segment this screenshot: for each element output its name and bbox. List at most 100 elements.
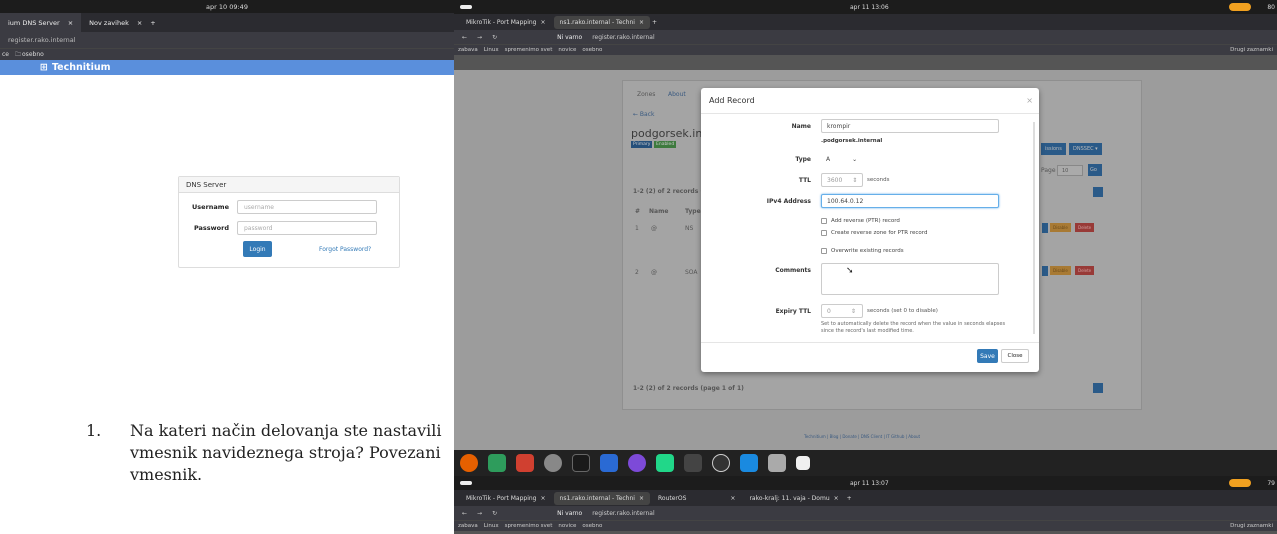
app-icon[interactable] [516, 454, 534, 472]
bookmark-item[interactable]: Linux [484, 523, 499, 529]
bookmark-item[interactable]: ce [2, 51, 9, 58]
tab-about[interactable]: About [668, 91, 686, 98]
scrollbar[interactable] [1033, 122, 1035, 334]
go-button[interactable]: Go [1088, 164, 1102, 176]
close-icon[interactable]: × [639, 19, 644, 26]
address-bar[interactable]: ← → ↻ Ni varno register.rako.internal [454, 506, 1277, 520]
back-icon[interactable]: ← [462, 34, 467, 41]
tab-technitium[interactable]: ns1.rako.internal - Techni × [553, 491, 650, 505]
other-bookmarks[interactable]: Drugi zaznamki [1230, 47, 1273, 53]
console-icon[interactable] [684, 454, 702, 472]
checkbox-icon[interactable] [821, 230, 827, 236]
overwrite-checkbox[interactable]: Overwrite existing records [821, 248, 904, 254]
name-input[interactable]: krompir [821, 119, 999, 133]
tool-icon[interactable] [768, 454, 786, 472]
disable-button[interactable]: Disable [1050, 266, 1071, 275]
edit-button[interactable] [1042, 223, 1048, 233]
back-link[interactable]: ← Back [633, 111, 655, 118]
type-select[interactable]: A ⌄ [821, 152, 867, 166]
close-icon[interactable]: × [639, 495, 644, 502]
new-tab-button[interactable]: + [847, 495, 852, 502]
editor-icon[interactable] [600, 454, 618, 472]
pycharm-icon[interactable] [656, 454, 674, 472]
close-icon[interactable]: × [540, 495, 545, 502]
save-button[interactable]: Save [977, 349, 998, 363]
tab-rako-kralj[interactable]: rako-kralj: 11. vaja - Domu × [743, 492, 844, 505]
checkbox-icon[interactable] [821, 218, 827, 224]
expiry-ttl-help: Set to automatically delete the record w… [821, 321, 1006, 334]
steam-icon[interactable] [712, 454, 730, 472]
tab-routeros[interactable]: RouterOS × [652, 492, 741, 505]
tab-mikrotik[interactable]: MikroTik - Port Mapping × [460, 16, 552, 29]
not-secure-badge[interactable]: Ni varno [557, 510, 582, 517]
bookmark-item[interactable]: spremenimo svet [505, 47, 553, 53]
not-secure-badge[interactable]: Ni varno [557, 34, 582, 41]
address-bar[interactable]: ← → ↻ Ni varno register.rako.internal [454, 30, 1277, 44]
password-input[interactable]: password [237, 221, 377, 235]
spinner-icon[interactable]: ⇕ [851, 308, 856, 315]
delete-button[interactable]: Delete [1075, 223, 1095, 232]
close-icon[interactable]: × [730, 495, 735, 502]
tab-new[interactable]: Nov zavihek × + [81, 13, 164, 32]
bookmark-item[interactable]: Linux [484, 47, 499, 53]
page-1-button[interactable] [1093, 383, 1103, 393]
files-icon[interactable] [488, 454, 506, 472]
tab-zones[interactable]: Zones [637, 91, 655, 98]
url-text: register.rako.internal [592, 509, 655, 517]
delete-button[interactable]: Delete [1075, 266, 1095, 275]
bookmark-item[interactable]: spremenimo svet [505, 523, 553, 529]
tab-technitium[interactable]: ns1.rako.internal - Techni × [553, 15, 650, 29]
edit-button[interactable] [1042, 266, 1048, 276]
dnssec-button[interactable]: DNSSEC ▾ [1069, 143, 1102, 155]
username-input[interactable]: username [237, 200, 377, 214]
browser-tab-strip: MikroTik - Port Mapping × ns1.rako.intern… [454, 490, 1277, 506]
login-button[interactable]: Login [243, 241, 272, 257]
reload-icon[interactable]: ↻ [492, 34, 497, 41]
activities-icon[interactable] [460, 5, 472, 9]
address-bar[interactable]: register.rako.internal [0, 32, 454, 48]
other-bookmarks[interactable]: Drugi zaznamki [1230, 523, 1273, 529]
disable-button[interactable]: Disable [1050, 223, 1071, 232]
bookmark-item[interactable]: zabava [458, 47, 478, 53]
terminal-icon[interactable] [572, 454, 590, 472]
close-icon[interactable]: × [1026, 96, 1033, 105]
permissions-button[interactable]: issions [1041, 143, 1066, 155]
bookmark-item[interactable]: novice [558, 523, 576, 529]
bookmark-item[interactable]: osebno [582, 47, 602, 53]
bookmarks-bar: zabava Linux spremenimo svet novice oseb… [454, 520, 1277, 531]
ipv4-input[interactable]: 100.64.0.12 [821, 194, 999, 208]
page-1-button[interactable] [1093, 187, 1103, 197]
bookmark-item[interactable]: zabava [458, 523, 478, 529]
monitor-icon[interactable] [740, 454, 758, 472]
ptr-checkbox[interactable]: Add reverse (PTR) record [821, 218, 900, 224]
footer-links[interactable]: Technitium | Blog | Donate | DNS Client … [804, 434, 920, 439]
forward-icon[interactable]: → [477, 34, 482, 41]
expiry-ttl-input[interactable]: 0 ⇕ [821, 304, 863, 318]
trash-icon[interactable] [796, 456, 810, 470]
forward-icon[interactable]: → [477, 510, 482, 517]
bookmark-item[interactable]: osebno [22, 51, 44, 58]
tab-dns-server[interactable]: ium DNS Server × [0, 13, 82, 32]
close-button[interactable]: Close [1001, 349, 1029, 363]
bookmark-item[interactable]: novice [558, 47, 576, 53]
new-tab-button[interactable]: + [150, 19, 155, 27]
per-page-select[interactable]: 10 [1057, 165, 1083, 176]
close-icon[interactable]: × [540, 19, 545, 26]
checkbox-icon[interactable] [821, 248, 827, 254]
new-tab-button[interactable]: + [652, 19, 657, 26]
back-icon[interactable]: ← [462, 510, 467, 517]
close-icon[interactable]: × [137, 19, 142, 27]
firefox-icon[interactable] [460, 454, 478, 472]
spinner-icon[interactable]: ⇕ [852, 177, 857, 184]
forgot-password-link[interactable]: Forgot Password? [319, 246, 371, 253]
close-icon[interactable]: × [68, 19, 73, 27]
reverse-zone-checkbox[interactable]: Create reverse zone for PTR record [821, 230, 927, 236]
bookmark-item[interactable]: osebno [582, 523, 602, 529]
activities-icon[interactable] [460, 481, 472, 485]
tab-mikrotik[interactable]: MikroTik - Port Mapping × [460, 492, 552, 505]
reload-icon[interactable]: ↻ [492, 510, 497, 517]
viber-icon[interactable] [628, 454, 646, 472]
ttl-input[interactable]: 3600 ⇕ [821, 173, 863, 187]
settings-icon[interactable] [544, 454, 562, 472]
close-icon[interactable]: × [834, 495, 839, 502]
